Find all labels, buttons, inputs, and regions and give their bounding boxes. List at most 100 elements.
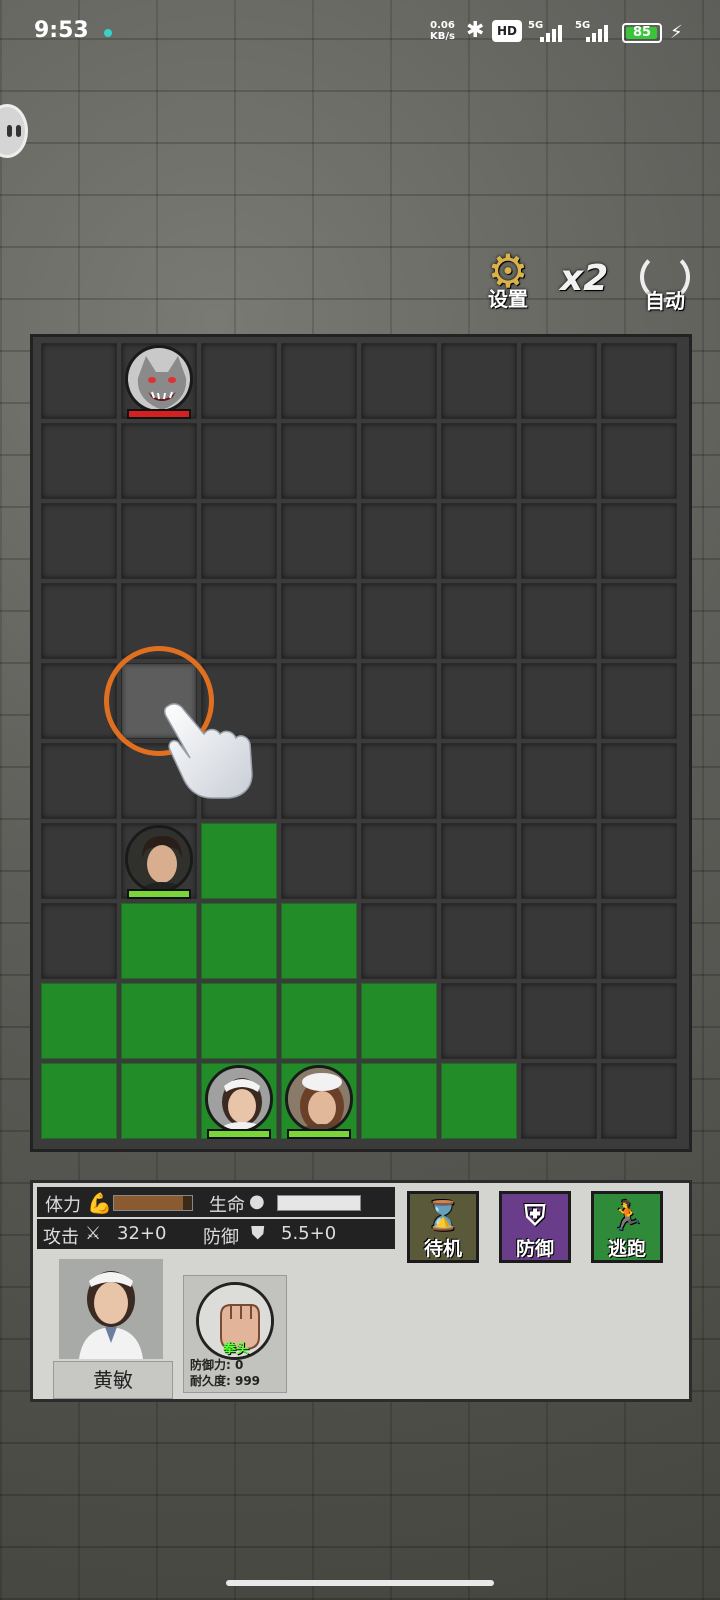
board-cell[interactable] xyxy=(521,503,597,579)
health-bar xyxy=(287,1129,351,1139)
board-cell[interactable] xyxy=(361,743,437,819)
board-cell-movable[interactable] xyxy=(121,1063,197,1139)
board-cell[interactable] xyxy=(601,983,677,1059)
board-cell[interactable] xyxy=(601,663,677,739)
board-cell-movable[interactable] xyxy=(201,823,277,899)
board-cell[interactable] xyxy=(201,583,277,659)
board-cell[interactable] xyxy=(521,663,597,739)
enemy-unit[interactable] xyxy=(121,343,197,419)
board-cell[interactable] xyxy=(281,743,357,819)
board-cell[interactable] xyxy=(361,903,437,979)
battery-level: 85 xyxy=(632,25,652,40)
board-cell[interactable] xyxy=(41,503,117,579)
board-cell[interactable] xyxy=(281,583,357,659)
board-cell[interactable] xyxy=(441,983,517,1059)
board-cell[interactable] xyxy=(521,343,597,419)
health-bar xyxy=(207,1129,271,1139)
board-cell[interactable] xyxy=(441,423,517,499)
board-cell[interactable] xyxy=(361,823,437,899)
board-cell[interactable] xyxy=(201,343,277,419)
network-speed-value: 0.06 xyxy=(430,20,455,31)
board-cell[interactable] xyxy=(281,343,357,419)
floating-assistant-button[interactable] xyxy=(0,104,28,158)
defend-button[interactable]: ⛨ 防御 xyxy=(499,1191,571,1263)
board-cell-movable[interactable] xyxy=(201,903,277,979)
character-panel: 体力 💪 生命 ● 攻击 ⚔ 32+0 防御 ⛊ 5.5+0 ⌛ 待机 ⛨ 防御… xyxy=(30,1180,692,1402)
board-cell-movable[interactable] xyxy=(201,983,277,1059)
board-cell[interactable] xyxy=(601,343,677,419)
board-cell[interactable] xyxy=(601,743,677,819)
board-cell[interactable] xyxy=(441,823,517,899)
board-cell[interactable] xyxy=(521,423,597,499)
stamina-label: 体力 xyxy=(45,1195,81,1216)
speed-toggle-button[interactable]: x2 xyxy=(560,258,608,299)
board-cell[interactable] xyxy=(361,503,437,579)
board-cell[interactable] xyxy=(521,743,597,819)
auto-button[interactable]: 自动 xyxy=(634,250,696,314)
board-cell-movable[interactable] xyxy=(361,1063,437,1139)
board-cell[interactable] xyxy=(441,343,517,419)
board-cell[interactable] xyxy=(41,743,117,819)
board-cell[interactable] xyxy=(441,583,517,659)
board-cell[interactable] xyxy=(361,583,437,659)
board-cell[interactable] xyxy=(601,903,677,979)
board-cell[interactable] xyxy=(41,423,117,499)
ally-unit[interactable] xyxy=(281,1063,357,1139)
life-bar xyxy=(277,1195,361,1211)
standby-button[interactable]: ⌛ 待机 xyxy=(407,1191,479,1263)
board-cell-movable[interactable] xyxy=(281,903,357,979)
flee-button[interactable]: 🏃 逃跑 xyxy=(591,1191,663,1263)
status-time: 9:53 xyxy=(34,18,89,43)
board-cell[interactable] xyxy=(521,903,597,979)
board-cell[interactable] xyxy=(441,743,517,819)
board-cell-movable[interactable] xyxy=(121,983,197,1059)
board-cell[interactable] xyxy=(281,663,357,739)
board-cell[interactable] xyxy=(281,503,357,579)
board-cell[interactable] xyxy=(521,823,597,899)
network-speed: 0.06 KB/s xyxy=(430,20,455,42)
board-cell[interactable] xyxy=(601,503,677,579)
board-cell[interactable] xyxy=(601,1063,677,1139)
board-cell[interactable] xyxy=(441,503,517,579)
board-cell[interactable] xyxy=(601,823,677,899)
board-cell[interactable] xyxy=(121,503,197,579)
board-cell-movable[interactable] xyxy=(41,1063,117,1139)
board-cell[interactable] xyxy=(361,663,437,739)
board-cell[interactable] xyxy=(281,823,357,899)
character-card[interactable]: 黄敏 xyxy=(53,1259,173,1399)
board-cell[interactable] xyxy=(441,663,517,739)
board-cell[interactable] xyxy=(121,423,197,499)
board-cell-movable[interactable] xyxy=(281,983,357,1059)
auto-label: 自动 xyxy=(645,289,685,313)
defense-value: 5.5+0 xyxy=(281,1223,337,1244)
board-cell[interactable] xyxy=(521,983,597,1059)
board-cell-movable[interactable] xyxy=(361,983,437,1059)
board-cell[interactable] xyxy=(41,343,117,419)
board-cell[interactable] xyxy=(601,423,677,499)
board-cell[interactable] xyxy=(521,1063,597,1139)
board-cell[interactable] xyxy=(201,423,277,499)
board-cell[interactable] xyxy=(41,823,117,899)
board-cell[interactable] xyxy=(41,583,117,659)
ally-unit[interactable] xyxy=(121,823,197,899)
signal-bars-1-icon xyxy=(540,24,566,42)
board-cell[interactable] xyxy=(361,343,437,419)
weapon-defense: 防御力: 0 xyxy=(190,1358,244,1372)
settings-button[interactable]: ⚙ 设置 xyxy=(478,248,538,312)
weapon-card[interactable]: 拳头 防御力: 0 耐久度: 999 xyxy=(183,1275,287,1393)
home-indicator[interactable] xyxy=(226,1580,494,1586)
board-cell[interactable] xyxy=(361,423,437,499)
bluetooth-icon: ✱ xyxy=(466,18,485,43)
board-cell[interactable] xyxy=(41,903,117,979)
board-cell[interactable] xyxy=(201,503,277,579)
board-cell-movable[interactable] xyxy=(441,1063,517,1139)
hero-chef-portrait xyxy=(285,1065,353,1133)
board-cell[interactable] xyxy=(281,423,357,499)
ally-unit[interactable] xyxy=(201,1063,277,1139)
character-name: 黄敏 xyxy=(53,1361,173,1399)
board-cell[interactable] xyxy=(521,583,597,659)
board-cell-movable[interactable] xyxy=(41,983,117,1059)
board-cell[interactable] xyxy=(441,903,517,979)
board-cell-movable[interactable] xyxy=(121,903,197,979)
board-cell[interactable] xyxy=(601,583,677,659)
